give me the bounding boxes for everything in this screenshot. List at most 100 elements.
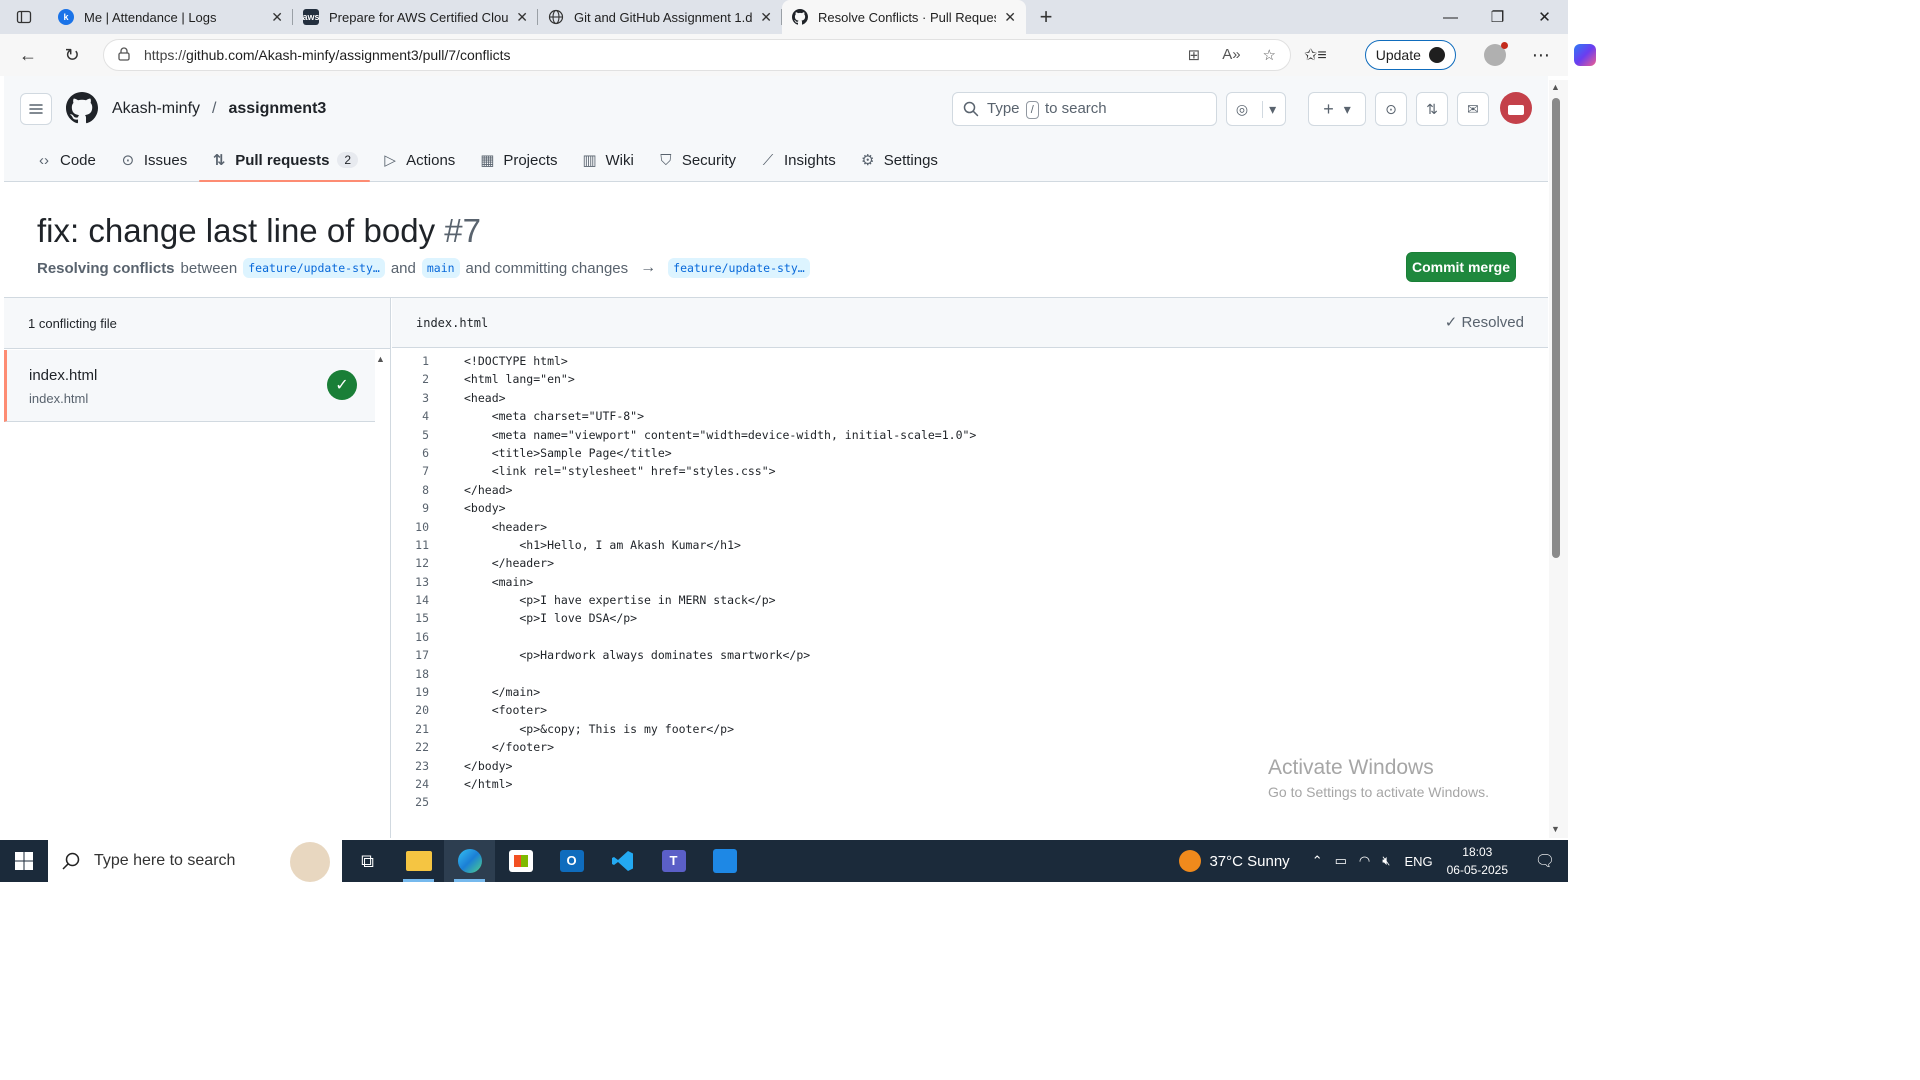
- refresh-button[interactable]: ↻: [50, 34, 94, 76]
- line-content: <p>Hardwork always dominates smartwork</…: [464, 648, 811, 663]
- check-circle-icon: ✓: [327, 370, 357, 400]
- tab-security[interactable]: ⛉ Security: [646, 138, 748, 182]
- wifi-icon[interactable]: ◠: [1359, 853, 1370, 869]
- tab-actions[interactable]: ▷ Actions: [370, 138, 467, 182]
- code-line[interactable]: 9 <body>: [392, 499, 1548, 517]
- code-line[interactable]: 7 <link rel="stylesheet" href="styles.cs…: [392, 462, 1548, 480]
- menu-button[interactable]: [20, 93, 52, 125]
- line-number: 10: [415, 519, 429, 534]
- start-button[interactable]: [0, 840, 48, 882]
- scroll-up-arrow: ▲: [1551, 82, 1560, 92]
- commit-merge-button[interactable]: Commit merge: [1406, 252, 1516, 282]
- minimize-button[interactable]: —: [1427, 0, 1474, 34]
- code-line[interactable]: 1 <!DOCTYPE html>: [392, 352, 1548, 370]
- browser-tab[interactable]: Git and GitHub Assignment 1.doc ✕: [538, 0, 782, 34]
- code-line[interactable]: 22 </footer>: [392, 738, 1548, 756]
- code-line[interactable]: 19 </main>: [392, 683, 1548, 701]
- issues-button[interactable]: ⊙: [1375, 92, 1407, 126]
- owner-link[interactable]: Akash-minfy: [112, 100, 200, 118]
- close-tab-icon[interactable]: ✕: [516, 9, 528, 26]
- favorites-icon[interactable]: ✩≡: [1304, 45, 1327, 65]
- line-content: <link rel="stylesheet" href="styles.css"…: [464, 464, 776, 479]
- close-tab-icon[interactable]: ✕: [760, 9, 772, 26]
- app-available-icon[interactable]: ⊞: [1188, 46, 1201, 64]
- base-branch-label[interactable]: main: [421, 258, 460, 278]
- code-editor[interactable]: 1 <!DOCTYPE html> 2 <html lang="en"> 3 <head>…: [392, 352, 1548, 812]
- code-line[interactable]: 14 <p>I have expertise in MERN stack</p>: [392, 591, 1548, 609]
- tab-settings[interactable]: ⚙ Settings: [848, 138, 950, 182]
- tab-insights[interactable]: ⟋ Insights: [748, 138, 848, 182]
- tab-wiki[interactable]: ▥ Wiki: [570, 138, 646, 182]
- new-tab-button[interactable]: +: [1026, 0, 1066, 34]
- more-options-icon[interactable]: ⋯: [1532, 45, 1550, 66]
- back-button[interactable]: ←: [6, 34, 50, 76]
- code-line[interactable]: 10 <header>: [392, 518, 1548, 536]
- language-indicator[interactable]: ENG: [1404, 854, 1432, 869]
- create-new-button[interactable]: + ▾: [1308, 92, 1366, 126]
- edge-app[interactable]: [444, 840, 495, 882]
- code-line[interactable]: 12 </header>: [392, 554, 1548, 572]
- taskbar-search-input[interactable]: Type here to search: [48, 840, 342, 882]
- code-line[interactable]: 18: [392, 665, 1548, 683]
- code-line[interactable]: 6 <title>Sample Page</title>: [392, 444, 1548, 462]
- outlook-app[interactable]: O: [546, 840, 597, 882]
- update-button[interactable]: Update: [1364, 40, 1456, 70]
- read-aloud-icon[interactable]: A»: [1222, 46, 1240, 64]
- close-tab-icon[interactable]: ✕: [1004, 9, 1016, 26]
- github-logo[interactable]: [66, 92, 98, 124]
- head-branch-label[interactable]: feature/update-sty…: [243, 258, 385, 278]
- repo-link[interactable]: assignment3: [228, 100, 326, 118]
- browser-tab-active[interactable]: Resolve Conflicts · Pull Request #7 ✕: [782, 0, 1026, 34]
- chevron-up-icon[interactable]: ⌃: [1312, 853, 1323, 869]
- target-branch-label[interactable]: feature/update-sty…: [668, 258, 810, 278]
- copilot-icon[interactable]: [1573, 44, 1596, 66]
- file-explorer-app[interactable]: [393, 840, 444, 882]
- list-item[interactable]: index.html index.html ✓: [4, 350, 375, 422]
- page-scrollbar[interactable]: ▲ ▼: [1549, 80, 1568, 838]
- user-avatar[interactable]: [1500, 92, 1532, 124]
- code-line[interactable]: 2 <html lang="en">: [392, 370, 1548, 388]
- notifications-icon[interactable]: 🗨︎: [1522, 851, 1568, 871]
- weather-text[interactable]: 37°C Sunny: [1209, 853, 1289, 870]
- code-line[interactable]: 21 <p>&copy; This is my footer</p>: [392, 720, 1548, 738]
- tab-issues[interactable]: ⊙ Issues: [108, 138, 199, 182]
- search-input[interactable]: Type / to search: [952, 92, 1217, 126]
- code-line[interactable]: 15 <p>I love DSA</p>: [392, 609, 1548, 627]
- inbox-button[interactable]: ✉: [1457, 92, 1489, 126]
- profile-avatar[interactable]: [1483, 42, 1508, 66]
- favorite-star-icon[interactable]: ☆: [1263, 46, 1276, 64]
- line-content: <h1>Hello, I am Akash Kumar</h1>: [464, 537, 741, 552]
- restore-button[interactable]: ❐: [1474, 0, 1521, 34]
- code-line[interactable]: 13 <main>: [392, 573, 1548, 591]
- code-line[interactable]: 17 <p>Hardwork always dominates smartwor…: [392, 646, 1548, 664]
- task-view-button[interactable]: ⧉: [342, 840, 393, 882]
- clock[interactable]: 18:03 06-05-2025: [1447, 843, 1508, 879]
- browser-tab[interactable]: k Me | Attendance | Logs ✕: [48, 0, 293, 34]
- pen-app[interactable]: [699, 840, 750, 882]
- scroll-up-arrow[interactable]: ▲: [376, 354, 385, 364]
- close-window-button[interactable]: ✕: [1521, 0, 1568, 34]
- resolved-status[interactable]: ✓ Resolved: [1445, 313, 1524, 331]
- tab-code[interactable]: ‹› Code: [24, 138, 108, 182]
- code-line[interactable]: 20 <footer>: [392, 701, 1548, 719]
- tab-pull-requests[interactable]: ⇅ Pull requests 2: [199, 138, 371, 182]
- browser-tab[interactable]: aws Prepare for AWS Certified Cloud F ✕: [293, 0, 538, 34]
- code-line[interactable]: 4 <meta charset="UTF-8">: [392, 407, 1548, 425]
- volume-muted-icon[interactable]: 🔇︎: [1382, 853, 1390, 869]
- copilot-button[interactable]: ◎ ▾: [1226, 92, 1286, 126]
- store-app[interactable]: [495, 840, 546, 882]
- line-content: <p>&copy; This is my footer</p>: [464, 721, 735, 736]
- teams-app[interactable]: T: [648, 840, 699, 882]
- address-bar[interactable]: https://github.com/Akash-minfy/assignmen…: [103, 39, 1291, 71]
- code-line[interactable]: 16: [392, 628, 1548, 646]
- tab-projects[interactable]: ▦ Projects: [467, 138, 569, 182]
- tab-actions-button[interactable]: [0, 0, 48, 34]
- code-line[interactable]: 8 </head>: [392, 481, 1548, 499]
- close-tab-icon[interactable]: ✕: [271, 9, 283, 26]
- vscode-app[interactable]: [597, 840, 648, 882]
- code-line[interactable]: 5 <meta name="viewport" content="width=d…: [392, 426, 1548, 444]
- code-line[interactable]: 11 <h1>Hello, I am Akash Kumar</h1>: [392, 536, 1548, 554]
- code-line[interactable]: 3 <head>: [392, 389, 1548, 407]
- battery-icon[interactable]: ▭: [1335, 853, 1347, 869]
- pull-requests-button[interactable]: ⇅: [1416, 92, 1448, 126]
